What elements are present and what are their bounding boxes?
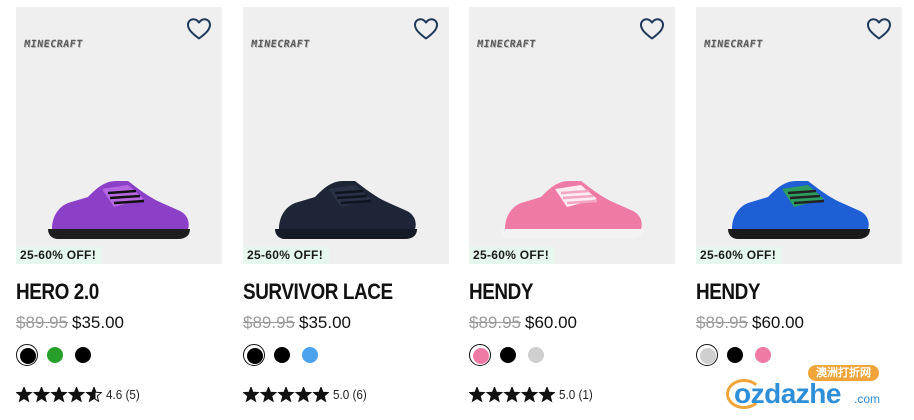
- heart-icon[interactable]: [186, 17, 212, 41]
- color-swatch[interactable]: [243, 344, 265, 366]
- discount-badge: 25-60% OFF!: [243, 247, 329, 264]
- rating-score[interactable]: 4.6 (5): [106, 387, 140, 403]
- star-rating-icon: [16, 387, 102, 403]
- product-grid: MINECRAFT 25-60% OFF! HERO 2.0 $89.95 $35…: [16, 7, 904, 420]
- swatch-color: [727, 347, 743, 363]
- watermark: 澳洲打折网 ozdazhe .com: [726, 365, 896, 415]
- color-swatch[interactable]: [724, 344, 746, 366]
- swatch-color: [47, 347, 63, 363]
- original-price: $89.95: [16, 313, 68, 332]
- brand-logo: MINECRAFT: [703, 39, 764, 50]
- swatch-color: [699, 347, 716, 364]
- heart-icon[interactable]: [413, 17, 439, 41]
- watermark-text: ozdazhe: [734, 378, 841, 409]
- discount-badge: 25-60% OFF!: [696, 247, 782, 264]
- product-card: MINECRAFT 25-60% OFF! HERO 2.0 $89.95 $35…: [16, 7, 222, 420]
- price: $89.95 $60.00: [696, 313, 804, 333]
- color-swatch[interactable]: [696, 344, 718, 366]
- discount-badge: 25-60% OFF!: [469, 247, 555, 264]
- original-price: $89.95: [696, 313, 748, 332]
- sale-price: $35.00: [299, 313, 351, 332]
- star-rating-icon: [243, 387, 329, 403]
- swatch-color: [302, 347, 318, 363]
- original-price: $89.95: [469, 313, 521, 332]
- color-swatch[interactable]: [525, 344, 547, 366]
- product-name[interactable]: HENDY: [469, 279, 534, 305]
- price: $89.95 $35.00: [243, 313, 351, 333]
- product-image[interactable]: MINECRAFT 25-60% OFF!: [696, 7, 902, 264]
- discount-badge: 25-60% OFF!: [16, 247, 102, 264]
- swatch-color: [755, 347, 771, 363]
- price: $89.95 $60.00: [469, 313, 577, 333]
- color-swatch[interactable]: [44, 344, 66, 366]
- product-card: MINECRAFT 25-60% OFF! SURVIVOR LACE $89.…: [243, 7, 449, 420]
- shoe-image: [44, 167, 194, 247]
- watermark-suffix: .com: [854, 392, 881, 406]
- heart-icon[interactable]: [639, 17, 665, 41]
- product-image[interactable]: MINECRAFT 25-60% OFF!: [243, 7, 449, 264]
- color-swatch[interactable]: [497, 344, 519, 366]
- color-swatch[interactable]: [752, 344, 774, 366]
- swatch-color: [274, 347, 290, 363]
- color-swatch[interactable]: [469, 344, 491, 366]
- brand-logo: MINECRAFT: [23, 39, 84, 50]
- rating-score[interactable]: 5.0 (1): [559, 387, 593, 403]
- sale-price: $35.00: [72, 313, 124, 332]
- product-name[interactable]: SURVIVOR LACE: [243, 279, 393, 305]
- brand-logo: MINECRAFT: [476, 39, 537, 50]
- shoe-image: [497, 167, 647, 247]
- product-image[interactable]: MINECRAFT 25-60% OFF!: [469, 7, 675, 264]
- swatch-color: [75, 347, 91, 363]
- sale-price: $60.00: [525, 313, 577, 332]
- rating-score[interactable]: 5.0 (6): [333, 387, 367, 403]
- color-swatch[interactable]: [72, 344, 94, 366]
- color-swatch[interactable]: [271, 344, 293, 366]
- color-swatch[interactable]: [16, 344, 38, 366]
- swatch-color: [19, 347, 36, 364]
- product-name[interactable]: HERO 2.0: [16, 279, 99, 305]
- swatch-color: [500, 347, 516, 363]
- price: $89.95 $35.00: [16, 313, 124, 333]
- color-swatch[interactable]: [299, 344, 321, 366]
- product-image[interactable]: MINECRAFT 25-60% OFF!: [16, 7, 222, 264]
- shoe-image: [271, 167, 421, 247]
- sale-price: $60.00: [752, 313, 804, 332]
- star-rating-icon: [469, 387, 555, 403]
- original-price: $89.95: [243, 313, 295, 332]
- swatch-color: [246, 347, 263, 364]
- product-card: MINECRAFT 25-60% OFF! HENDY $89.95 $60.00…: [469, 7, 675, 420]
- swatch-color: [528, 347, 544, 363]
- shoe-image: [724, 167, 874, 247]
- brand-logo: MINECRAFT: [250, 39, 311, 50]
- product-name[interactable]: HENDY: [696, 279, 761, 305]
- product-card: MINECRAFT 25-60% OFF! HENDY $89.95 $60.00: [696, 7, 902, 420]
- swatch-color: [472, 347, 489, 364]
- heart-icon[interactable]: [866, 17, 892, 41]
